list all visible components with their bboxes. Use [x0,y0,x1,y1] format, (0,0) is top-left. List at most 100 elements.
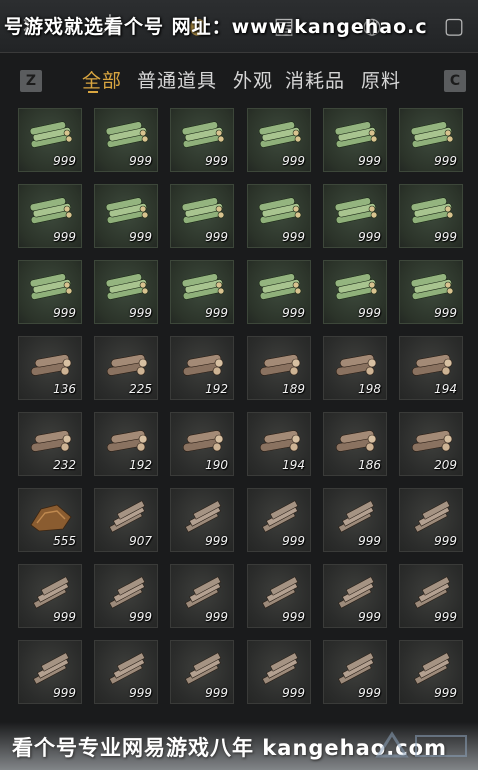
tab-normal-items[interactable]: 普通道具 [137,66,217,93]
inventory-slot[interactable]: 999 [170,488,234,552]
inventory-slot[interactable]: 194 [399,336,463,400]
inventory-slot[interactable]: 999 [247,640,311,704]
inventory-slot[interactable]: 999 [399,108,463,172]
item-quantity: 999 [129,154,152,168]
item-quantity: 192 [129,458,152,472]
item-quantity: 999 [282,534,305,548]
inventory-slot[interactable]: 999 [170,640,234,704]
inventory-slot[interactable]: 907 [94,488,158,552]
inventory-slot[interactable]: 190 [170,412,234,476]
watermark-top: 号游戏就选看个号 网址：www.kangehao.c [4,16,428,38]
inventory-slot[interactable]: 194 [247,412,311,476]
inventory-slot[interactable]: 192 [170,336,234,400]
inventory-slot[interactable]: 999 [323,488,387,552]
item-quantity: 999 [53,610,76,624]
inventory-slot[interactable]: 999 [247,260,311,324]
inventory-slot[interactable]: 999 [94,260,158,324]
tab-all[interactable]: 全部 [82,66,122,93]
inventory-slot[interactable]: 999 [247,488,311,552]
item-quantity: 999 [434,686,457,700]
inventory-slot[interactable]: 192 [94,412,158,476]
inventory-slot[interactable]: 555 [18,488,82,552]
item-quantity: 190 [205,458,228,472]
inventory-slot[interactable]: 999 [323,564,387,628]
inventory-slot[interactable]: 999 [94,564,158,628]
item-quantity: 999 [282,610,305,624]
item-quantity: 999 [358,610,381,624]
item-quantity: 136 [53,382,76,396]
inventory-slot[interactable]: 999 [170,260,234,324]
inventory-slot[interactable]: 999 [170,184,234,248]
item-quantity: 186 [358,458,381,472]
item-quantity: 999 [282,686,305,700]
item-quantity: 999 [53,230,76,244]
inventory-slot[interactable]: 999 [94,184,158,248]
item-quantity: 999 [282,306,305,320]
inventory-slot[interactable]: 999 [323,108,387,172]
menu-icon[interactable]: ▢ [442,14,466,40]
inventory-slot[interactable]: 999 [94,640,158,704]
item-quantity: 999 [205,154,228,168]
inventory-slot[interactable]: 999 [18,640,82,704]
next-tab-key[interactable]: C [444,70,466,92]
item-quantity: 999 [205,306,228,320]
item-quantity: 999 [358,534,381,548]
item-quantity: 225 [129,382,152,396]
inventory-slot[interactable]: 999 [94,108,158,172]
active-tab-indicator [88,91,98,93]
inventory-slot[interactable]: 999 [399,640,463,704]
item-quantity: 999 [434,610,457,624]
item-quantity: 999 [205,610,228,624]
item-quantity: 194 [434,382,457,396]
inventory-slot[interactable]: 999 [399,564,463,628]
prev-tab-key[interactable]: Z [20,70,42,92]
inventory-slot[interactable]: 999 [18,184,82,248]
inventory-slot[interactable]: 999 [170,564,234,628]
item-quantity: 999 [129,306,152,320]
item-quantity: 999 [358,154,381,168]
item-quantity: 555 [53,534,76,548]
item-quantity: 999 [358,686,381,700]
tab-consumables[interactable]: 消耗品 [285,66,345,93]
item-quantity: 999 [53,306,76,320]
inventory-slot[interactable]: 198 [323,336,387,400]
tab-materials[interactable]: 原料 [361,66,401,93]
inventory-slot[interactable]: 189 [247,336,311,400]
inventory-slot[interactable]: 232 [18,412,82,476]
inventory-slot[interactable]: 999 [18,108,82,172]
inventory-slot[interactable]: 225 [94,336,158,400]
inventory-slot[interactable]: 999 [247,564,311,628]
item-quantity: 999 [205,230,228,244]
item-quantity: 999 [434,306,457,320]
item-quantity: 999 [358,230,381,244]
inventory-slot[interactable]: 999 [323,184,387,248]
item-quantity: 232 [53,458,76,472]
inventory-slot[interactable]: 999 [247,108,311,172]
inventory-slot[interactable]: 999 [323,260,387,324]
inventory-slot[interactable]: 999 [18,564,82,628]
category-tabs: Z 全部 普通道具 外观 消耗品 原料 C [0,58,478,98]
item-quantity: 999 [53,686,76,700]
item-quantity: 198 [358,382,381,396]
item-quantity: 999 [434,534,457,548]
inventory-slot[interactable]: 999 [323,640,387,704]
inventory-slot[interactable]: 999 [399,184,463,248]
item-quantity: 999 [205,534,228,548]
inventory-slot[interactable]: 999 [399,488,463,552]
inventory-slot[interactable]: 999 [399,260,463,324]
item-quantity: 999 [129,230,152,244]
item-quantity: 999 [53,154,76,168]
top-bar: ✕ 人 ● ▤ ◍ ▢ 号游戏就选看个号 网址：www.kangehao.c [0,0,478,53]
inventory-slot[interactable]: 186 [323,412,387,476]
item-quantity: 192 [205,382,228,396]
inventory-slot[interactable]: 209 [399,412,463,476]
inventory-slot[interactable]: 136 [18,336,82,400]
item-quantity: 999 [129,686,152,700]
item-quantity: 999 [358,306,381,320]
inventory-slot[interactable]: 999 [170,108,234,172]
inventory-slot[interactable]: 999 [247,184,311,248]
tab-appearance[interactable]: 外观 [233,66,273,93]
item-quantity: 194 [282,458,305,472]
inventory-slot[interactable]: 999 [18,260,82,324]
item-quantity: 999 [129,610,152,624]
